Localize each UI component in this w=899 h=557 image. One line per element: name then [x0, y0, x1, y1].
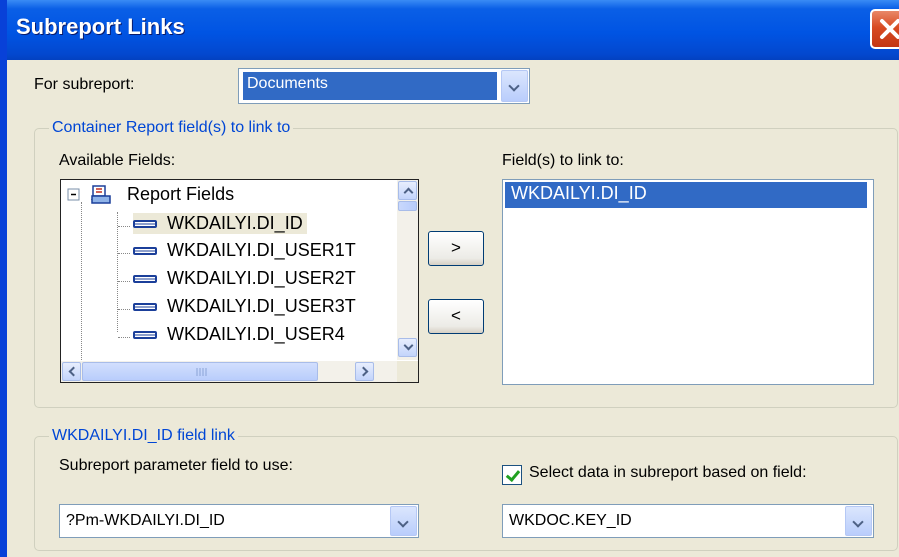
container-report-legend: Container Report field(s) to link to — [49, 119, 294, 137]
tree-item-label: WKDAILYI.DI_USER2T — [167, 268, 356, 288]
field-icon — [133, 247, 157, 256]
tree-root-report-fields[interactable]: Report Fields — [67, 184, 234, 206]
tree-item[interactable]: WKDAILYI.DI_USER3T — [133, 296, 356, 317]
tree-line — [118, 226, 130, 227]
field-icon — [133, 220, 157, 229]
collapse-icon[interactable] — [67, 188, 81, 202]
scroll-right-icon[interactable] — [355, 362, 374, 381]
scroll-up-icon[interactable] — [398, 181, 417, 200]
tree-item-label: WKDAILYI.DI_ID — [167, 213, 303, 233]
tree-horizontal-scrollbar[interactable] — [61, 361, 397, 382]
select-data-checkbox-label[interactable]: Select data in subreport based on field: — [529, 464, 807, 482]
tree-vertical-scrollbar[interactable] — [397, 180, 418, 360]
tree-line — [118, 281, 130, 282]
field-icon — [133, 303, 157, 312]
remove-field-button[interactable]: < — [428, 299, 484, 334]
chevron-down-icon[interactable] — [390, 506, 417, 536]
tree-line — [118, 253, 130, 254]
dialog-body: For subreport: Documents Container Repor… — [7, 60, 899, 557]
tree-line — [117, 212, 118, 332]
grip-icon — [196, 368, 207, 376]
parameter-field-label: Subreport parameter field to use: — [59, 457, 293, 474]
field-icon — [133, 275, 157, 284]
vertical-scroll-thumb[interactable] — [398, 201, 417, 211]
subreport-links-dialog: Subreport Links For subreport: Documents… — [0, 0, 899, 557]
tree-line — [118, 337, 130, 338]
for-subreport-value: Documents — [243, 72, 497, 100]
tree-item[interactable]: WKDAILYI.DI_ID — [133, 213, 307, 234]
field-link-legend: WKDAILYI.DI_ID field link — [49, 427, 238, 445]
parameter-field-value: ?Pm-WKDAILYI.DI_ID — [66, 512, 225, 529]
tree-item[interactable]: WKDAILYI.DI_USER1T — [133, 240, 356, 261]
scroll-down-icon[interactable] — [398, 338, 417, 357]
scroll-left-icon[interactable] — [62, 362, 81, 381]
close-icon — [880, 19, 899, 39]
tree-item-label: WKDAILYI.DI_USER3T — [167, 296, 356, 316]
tree-root-label: Report Fields — [127, 184, 235, 204]
linked-fields-list[interactable]: WKDAILYI.DI_ID — [502, 179, 874, 385]
select-data-checkbox[interactable] — [502, 465, 522, 485]
chevron-down-icon[interactable] — [501, 70, 528, 102]
subreport-field-value: WKDOC.KEY_ID — [509, 512, 632, 529]
tree-line — [81, 202, 82, 362]
add-field-button[interactable]: > — [428, 231, 484, 266]
available-fields-tree[interactable]: Report Fields WKDAILYI.DI_ID WKDAILYI.DI… — [60, 179, 419, 383]
for-subreport-select[interactable]: Documents — [238, 68, 530, 104]
field-icon — [133, 331, 157, 340]
scrollbar-corner — [397, 361, 418, 382]
close-button[interactable] — [870, 9, 899, 49]
tree-item[interactable]: WKDAILYI.DI_USER4 — [133, 324, 345, 345]
horizontal-scroll-thumb[interactable] — [82, 362, 318, 381]
parameter-field-select[interactable]: ?Pm-WKDAILYI.DI_ID — [59, 504, 419, 538]
for-subreport-label: For subreport: — [34, 76, 135, 93]
report-fields-icon — [91, 185, 111, 204]
window-title: Subreport Links — [16, 14, 185, 39]
tree-item-label: WKDAILYI.DI_USER4 — [167, 324, 345, 344]
window-left-border — [0, 0, 7, 557]
tree-item[interactable]: WKDAILYI.DI_USER2T — [133, 268, 356, 289]
subreport-field-select[interactable]: WKDOC.KEY_ID — [502, 504, 874, 538]
available-fields-label: Available Fields: — [59, 152, 176, 169]
linked-fields-label: Field(s) to link to: — [502, 152, 624, 169]
title-bar[interactable]: Subreport Links — [0, 0, 899, 60]
chevron-down-icon[interactable] — [845, 506, 872, 536]
tree-line — [118, 309, 130, 310]
tree-item-label: WKDAILYI.DI_USER1T — [167, 240, 356, 260]
linked-field-item[interactable]: WKDAILYI.DI_ID — [505, 182, 867, 208]
